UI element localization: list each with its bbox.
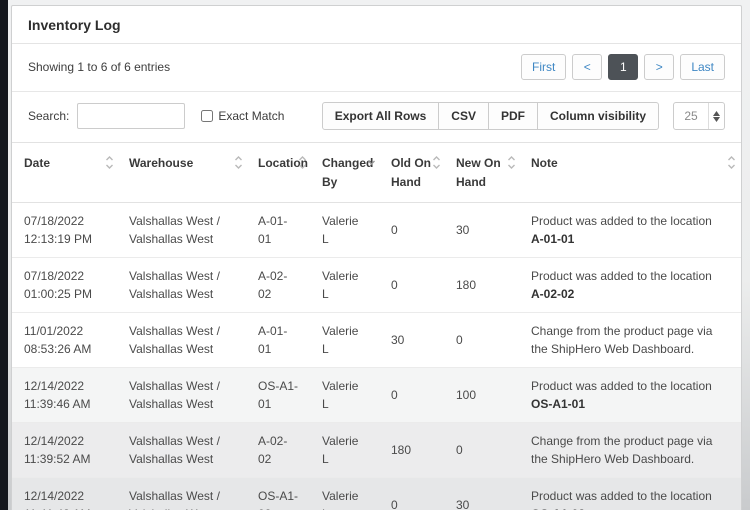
cell-changed-by: Valerie L (312, 478, 381, 510)
search-label: Search: (28, 109, 69, 123)
sort-both-icon (432, 155, 441, 176)
cell-date: 07/18/202201:00:25 PM (12, 258, 119, 313)
cell-location: A-02-02 (248, 258, 312, 313)
inventory-log-card: Inventory Log Showing 1 to 6 of 6 entrie… (11, 5, 742, 510)
sort-both-icon (105, 155, 114, 176)
cell-old-on-hand: 0 (381, 478, 446, 510)
export-all-rows-button[interactable]: Export All Rows (322, 102, 440, 130)
cell-date: 12/14/202211:41:48 AM (12, 478, 119, 510)
cell-date: 07/18/202212:13:19 PM (12, 203, 119, 258)
sort-both-icon (234, 155, 243, 176)
pagination-last-button[interactable]: Last (680, 54, 725, 80)
cell-note: Product was added to the location A-02-0… (521, 258, 741, 313)
showing-entries-top: Showing 1 to 6 of 6 entries (28, 60, 170, 74)
sort-both-icon (507, 155, 516, 176)
search-area: Search: Exact Match (28, 103, 284, 129)
pagination-first-button[interactable]: First (521, 54, 566, 80)
cell-location: OS-A1-02 (248, 478, 312, 510)
cell-location: A-01-01 (248, 313, 312, 368)
cell-new-on-hand: 180 (446, 258, 521, 313)
info-bar-top: Showing 1 to 6 of 6 entries First < 1 > … (12, 44, 741, 92)
column-header-note[interactable]: Note (521, 143, 741, 203)
column-label: New On Hand (456, 156, 501, 189)
sort-both-icon (298, 155, 307, 176)
column-header-changed-by[interactable]: Changed By (312, 143, 381, 203)
cell-old-on-hand: 0 (381, 368, 446, 423)
column-label: Date (24, 156, 50, 170)
table-row: 11/01/202208:53:26 AM Valshallas West / … (12, 313, 741, 368)
cell-note: Product was added to the location A-01-0… (521, 203, 741, 258)
cell-old-on-hand: 180 (381, 423, 446, 478)
column-header-location[interactable]: Location (248, 143, 312, 203)
export-button-group: Export All Rows CSV PDF Column visibilit… (322, 102, 659, 130)
cell-warehouse: Valshallas West / Valshallas West (119, 313, 248, 368)
cell-date: 12/14/202211:39:52 AM (12, 423, 119, 478)
sidebar-edge-strip (0, 0, 8, 510)
cell-new-on-hand: 30 (446, 478, 521, 510)
cell-new-on-hand: 0 (446, 313, 521, 368)
cell-new-on-hand: 0 (446, 423, 521, 478)
cell-location: A-01-01 (248, 203, 312, 258)
exact-match-wrap: Exact Match (201, 109, 284, 123)
cell-warehouse: Valshallas West / Valshallas West (119, 258, 248, 313)
cell-old-on-hand: 0 (381, 203, 446, 258)
cell-changed-by: Valerie L (312, 313, 381, 368)
cell-date: 11/01/202208:53:26 AM (12, 313, 119, 368)
column-header-warehouse[interactable]: Warehouse (119, 143, 248, 203)
cell-note: Change from the product page via the Shi… (521, 313, 741, 368)
column-label: Changed By (322, 156, 373, 189)
table-row: 12/14/202211:41:48 AM Valshallas West / … (12, 478, 741, 510)
pagination-page-1-button[interactable]: 1 (608, 54, 638, 80)
pagination-top: First < 1 > Last (521, 54, 725, 80)
page-length-value: 25 (674, 103, 708, 129)
page-length-spinner[interactable]: 25 (673, 102, 725, 130)
cell-location: A-02-02 (248, 423, 312, 478)
cell-warehouse: Valshallas West / Valshallas West (119, 478, 248, 510)
table-header-row: Date Warehouse Location Changed By Old O… (12, 143, 741, 203)
search-input[interactable] (77, 103, 185, 129)
card-header: Inventory Log (12, 6, 741, 44)
pagination-prev-button[interactable]: < (572, 54, 602, 80)
cell-note: Product was added to the location OS-A1-… (521, 368, 741, 423)
cell-note: Change from the product page via the Shi… (521, 423, 741, 478)
spinner-arrows-icon[interactable] (708, 103, 724, 129)
cell-warehouse: Valshallas West / Valshallas West (119, 368, 248, 423)
cell-date: 12/14/202211:39:46 AM (12, 368, 119, 423)
column-header-date[interactable]: Date (12, 143, 119, 203)
column-visibility-button[interactable]: Column visibility (537, 102, 659, 130)
column-header-new-on-hand[interactable]: New On Hand (446, 143, 521, 203)
toolbar: Export All Rows CSV PDF Column visibilit… (322, 102, 725, 130)
pagination-next-button[interactable]: > (644, 54, 674, 80)
csv-button[interactable]: CSV (438, 102, 489, 130)
table-row: 07/18/202201:00:25 PM Valshallas West / … (12, 258, 741, 313)
table-row: 12/14/202211:39:52 AM Valshallas West / … (12, 423, 741, 478)
cell-warehouse: Valshallas West / Valshallas West (119, 203, 248, 258)
inventory-log-table: Date Warehouse Location Changed By Old O… (12, 142, 741, 510)
page-title: Inventory Log (28, 17, 725, 33)
cell-changed-by: Valerie L (312, 368, 381, 423)
pdf-button[interactable]: PDF (488, 102, 538, 130)
cell-note: Product was added to the location OS-A1-… (521, 478, 741, 510)
cell-changed-by: Valerie L (312, 203, 381, 258)
sort-desc-icon (367, 155, 376, 176)
table-row: 07/18/202212:13:19 PM Valshallas West / … (12, 203, 741, 258)
column-header-old-on-hand[interactable]: Old On Hand (381, 143, 446, 203)
cell-old-on-hand: 30 (381, 313, 446, 368)
cell-warehouse: Valshallas West / Valshallas West (119, 423, 248, 478)
column-label: Old On Hand (391, 156, 431, 189)
cell-changed-by: Valerie L (312, 423, 381, 478)
exact-match-checkbox[interactable] (201, 110, 213, 122)
cell-new-on-hand: 30 (446, 203, 521, 258)
exact-match-label: Exact Match (218, 109, 284, 123)
table-row: 12/14/202211:39:46 AM Valshallas West / … (12, 368, 741, 423)
sort-both-icon (727, 155, 736, 176)
column-label: Note (531, 156, 558, 170)
column-label: Warehouse (129, 156, 193, 170)
filter-bar: Search: Exact Match Export All Rows CSV … (12, 92, 741, 142)
cell-new-on-hand: 100 (446, 368, 521, 423)
cell-changed-by: Valerie L (312, 258, 381, 313)
cell-location: OS-A1-01 (248, 368, 312, 423)
cell-old-on-hand: 0 (381, 258, 446, 313)
